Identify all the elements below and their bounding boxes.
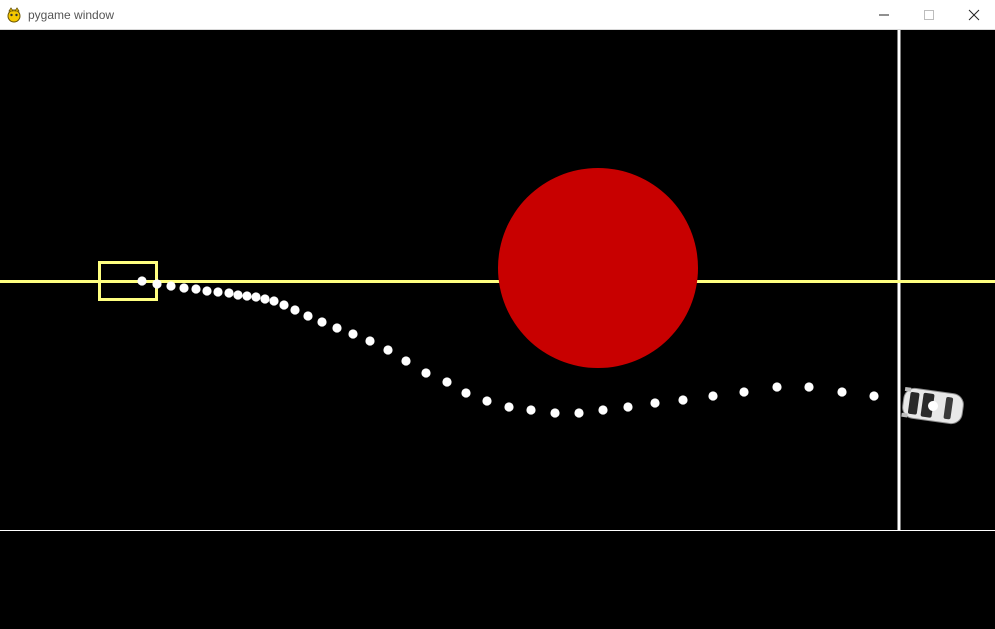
trail-dot xyxy=(482,396,492,406)
trail-dot xyxy=(332,323,342,333)
trail-dot xyxy=(623,402,633,412)
pygame-icon xyxy=(6,7,22,23)
trail-dot xyxy=(191,284,201,294)
trail-dot xyxy=(213,287,223,297)
trail-dot xyxy=(574,408,584,418)
game-scene xyxy=(0,30,995,531)
trail-dot xyxy=(421,368,431,378)
trail-dot xyxy=(401,356,411,366)
maximize-button[interactable] xyxy=(906,0,952,30)
trail-dot xyxy=(269,296,279,306)
trail-dot xyxy=(804,382,814,392)
trail-dot xyxy=(442,377,452,387)
minimize-icon xyxy=(879,14,889,16)
trail-dot xyxy=(233,290,243,300)
trail-dot xyxy=(678,395,688,405)
trail-dot xyxy=(550,408,560,418)
trail-dot xyxy=(461,388,471,398)
trail-dot xyxy=(303,311,313,321)
window-title: pygame window xyxy=(28,8,115,22)
trail-dot xyxy=(837,387,847,397)
trail-dot xyxy=(279,300,289,310)
trail-dot xyxy=(242,291,252,301)
trail-dot xyxy=(504,402,514,412)
trail-dot xyxy=(383,345,393,355)
title-bar: pygame window xyxy=(0,0,995,30)
trail-dot xyxy=(224,288,234,298)
minimize-button[interactable] xyxy=(861,0,907,30)
trail-dot xyxy=(772,382,782,392)
game-canvas[interactable] xyxy=(0,30,995,629)
trail-dot xyxy=(869,391,879,401)
close-icon xyxy=(968,9,980,21)
trail-dot xyxy=(179,283,189,293)
trail-dot xyxy=(526,405,536,415)
trail-dot xyxy=(202,286,212,296)
trail-dot xyxy=(137,276,147,286)
trail-dot xyxy=(365,336,375,346)
close-button[interactable] xyxy=(951,0,995,30)
trail-dot xyxy=(739,387,749,397)
maximize-icon xyxy=(924,10,934,20)
trail-dot xyxy=(317,317,327,327)
white-car xyxy=(901,386,964,425)
trail-dot xyxy=(650,398,660,408)
trail-dot xyxy=(260,294,270,304)
trail-dot xyxy=(166,281,176,291)
trail-dot xyxy=(598,405,608,415)
trail-dot xyxy=(152,279,162,289)
trail-dot xyxy=(708,391,718,401)
trail-dot xyxy=(348,329,358,339)
red-circle-obstacle xyxy=(498,168,698,368)
trail-dot xyxy=(251,292,261,302)
trail-dot xyxy=(290,305,300,315)
